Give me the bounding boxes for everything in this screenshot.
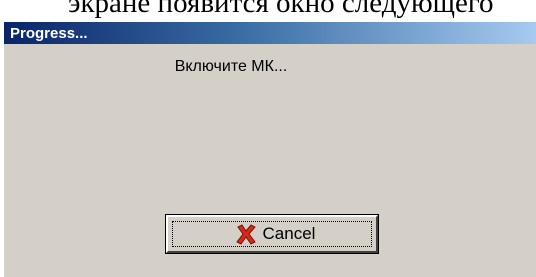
- dialog-message: Включите МК...: [174, 58, 288, 75]
- red-x-icon: [235, 223, 257, 245]
- page: экране появится окно следующего Progress…: [0, 0, 536, 277]
- cancel-button[interactable]: Cancel: [165, 214, 379, 254]
- dialog-title: Progress...: [10, 25, 88, 42]
- dialog-titlebar[interactable]: Progress...: [4, 22, 536, 44]
- document-text: экране появится окно следующего: [68, 0, 494, 19]
- cancel-button-label: Cancel: [262, 224, 316, 243]
- cancel-button-content: Cancel: [235, 223, 316, 245]
- progress-dialog: Progress... Включите МК... Cancel: [4, 22, 536, 277]
